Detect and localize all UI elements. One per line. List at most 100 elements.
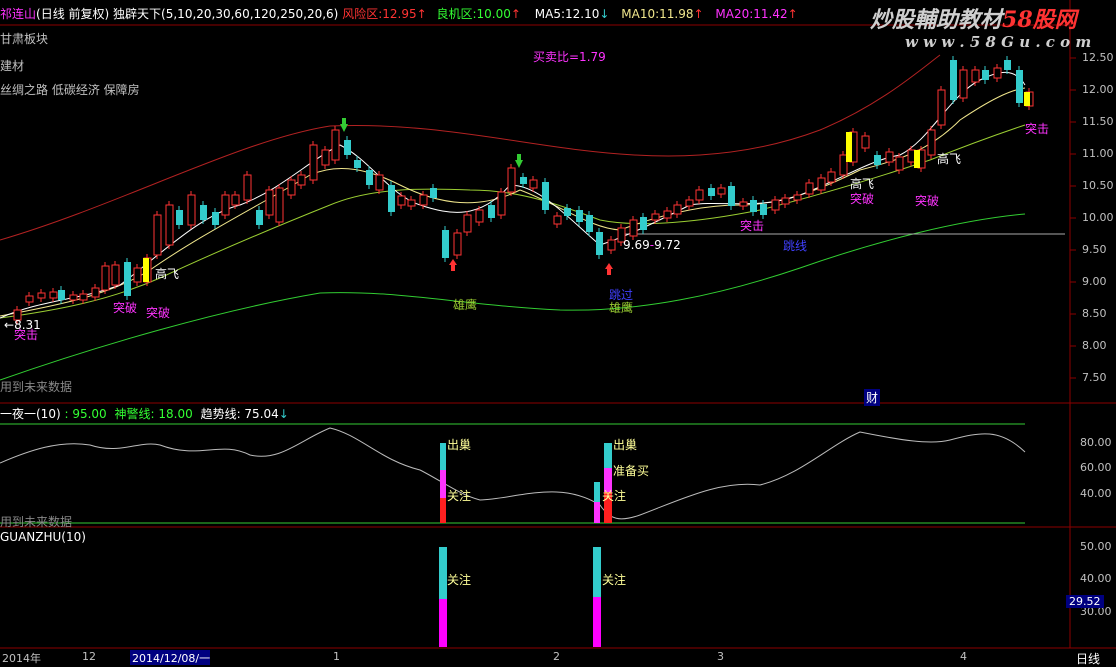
candle-body — [475, 209, 484, 223]
candle-body — [101, 265, 110, 291]
candle-body — [586, 215, 593, 232]
indicator-tick: 80.00 — [1080, 436, 1112, 449]
candle-body — [275, 187, 284, 223]
price-tick-label: 10.50 — [1082, 179, 1114, 192]
candle-body — [640, 217, 647, 230]
signal-chuchao: 出巢 — [447, 438, 472, 452]
candle-body — [79, 293, 88, 301]
candle-body — [520, 177, 527, 184]
time-cursor-label: 2014/12/08/一 — [132, 652, 211, 665]
guanzhu-current-value: 29.52 — [1066, 595, 1104, 608]
candle-body — [607, 239, 616, 251]
candle-body — [717, 187, 726, 195]
candle-body — [874, 155, 881, 165]
down-arrow-icon: ↓ — [599, 7, 610, 21]
candle-body-highlight — [846, 132, 852, 162]
concepts-label: 丝绸之路 低碳经济 保障房 — [0, 83, 140, 97]
up-arrow-icon: ↑ — [787, 7, 798, 21]
candle-body — [176, 210, 183, 225]
stock-name[interactable]: 祁连山 — [0, 7, 36, 21]
price-tick-label: 9.50 — [1082, 243, 1107, 256]
price-tick-marks — [1070, 57, 1076, 379]
candle-body — [187, 194, 196, 226]
candle-body — [331, 129, 340, 161]
candle-body — [256, 210, 263, 225]
time-label: 1 — [333, 650, 340, 663]
annotation-xiongying: 雄鹰 — [453, 298, 478, 312]
candle-body — [497, 191, 506, 216]
candle-body — [793, 194, 802, 201]
risk-value: 12.95 — [382, 7, 417, 21]
candle-body — [760, 204, 767, 215]
candle-body — [91, 287, 100, 298]
candle-body — [165, 204, 174, 246]
finance-marker[interactable]: 财 — [864, 389, 881, 406]
candle-body — [124, 262, 131, 296]
candle-body — [430, 188, 437, 198]
candle-body — [805, 182, 814, 195]
ma20-label: MA20: — [715, 7, 754, 21]
guanzhu-bars — [439, 547, 601, 647]
candle-body — [344, 140, 351, 155]
candle-body — [993, 67, 1002, 79]
indicator-value: : 95.00 — [64, 407, 107, 421]
candle-body — [885, 151, 894, 163]
signal-guanzhu: 关注 — [602, 573, 627, 587]
industry-label: 建材 — [0, 59, 25, 73]
candle-body — [839, 154, 848, 176]
candle-body — [750, 200, 757, 212]
candle-body — [69, 294, 78, 301]
candle-body — [25, 295, 34, 303]
period-button[interactable]: 日线 — [1076, 650, 1100, 667]
annotation-xiongying: 雄鹰 — [609, 301, 634, 315]
indicator-tick: 40.00 — [1080, 487, 1112, 500]
annotation-gaofei: 高飞 — [155, 267, 180, 281]
candle-body — [407, 199, 416, 207]
annotation-tuji: 突击 — [1025, 122, 1050, 136]
indicator-tick: 60.00 — [1080, 461, 1112, 474]
candle-body — [58, 290, 65, 300]
guanzhu-tick: 50.00 — [1080, 540, 1112, 553]
risk-label: 风险区: — [342, 7, 383, 21]
indicator-title[interactable]: 一夜一(10) — [0, 407, 61, 421]
price-tick-label: 8.00 — [1082, 339, 1107, 352]
candle-body — [354, 160, 361, 168]
price-tick-label: 9.00 — [1082, 275, 1107, 288]
candle-body — [771, 199, 780, 211]
candle-body — [111, 264, 120, 286]
trend-line — [0, 427, 1026, 520]
signal-guanzhu: 关注 — [447, 573, 472, 587]
candle-body — [982, 70, 989, 80]
candle-body — [651, 213, 660, 221]
guanzhu-title[interactable]: GUANZHU(10) — [0, 530, 86, 544]
candle-body — [221, 194, 230, 216]
price-tick-label: 12.50 — [1082, 51, 1114, 64]
annotation-tiaoguan: 跳线 — [783, 239, 808, 253]
candle-body — [895, 156, 904, 171]
candle-body — [419, 194, 428, 206]
guanzhu-tick: 40.00 — [1080, 572, 1112, 585]
candle-body — [663, 210, 672, 219]
candle-body — [695, 189, 704, 201]
shen-line-label: 神警线: 18.00 — [114, 407, 193, 421]
candlestick-series — [13, 56, 1034, 324]
ma5-value: 12.10 — [565, 7, 600, 21]
signal-chuchao: 出巢 — [613, 438, 638, 452]
candle-body — [37, 292, 46, 299]
candle-body — [685, 199, 694, 207]
indicator-name[interactable]: 独辟天下 — [113, 7, 161, 21]
time-label: 4 — [960, 650, 967, 663]
candle-body — [576, 210, 583, 222]
buy-sell-ratio: 买卖比=1.79 — [533, 50, 606, 64]
ma10-value: 11.98 — [659, 7, 694, 21]
candle-body — [817, 177, 826, 191]
candle-body-highlight — [914, 150, 920, 168]
candle-body — [243, 174, 252, 201]
signal-zhunbeimai: 准备买 — [613, 464, 650, 478]
candle-body — [309, 144, 318, 181]
kline-chart[interactable] — [0, 0, 1116, 665]
low-price-label: 9.69-9.72 — [623, 238, 681, 252]
candle-body — [564, 208, 571, 216]
price-tick-label: 10.00 — [1082, 211, 1114, 224]
time-label: 2 — [553, 650, 560, 663]
